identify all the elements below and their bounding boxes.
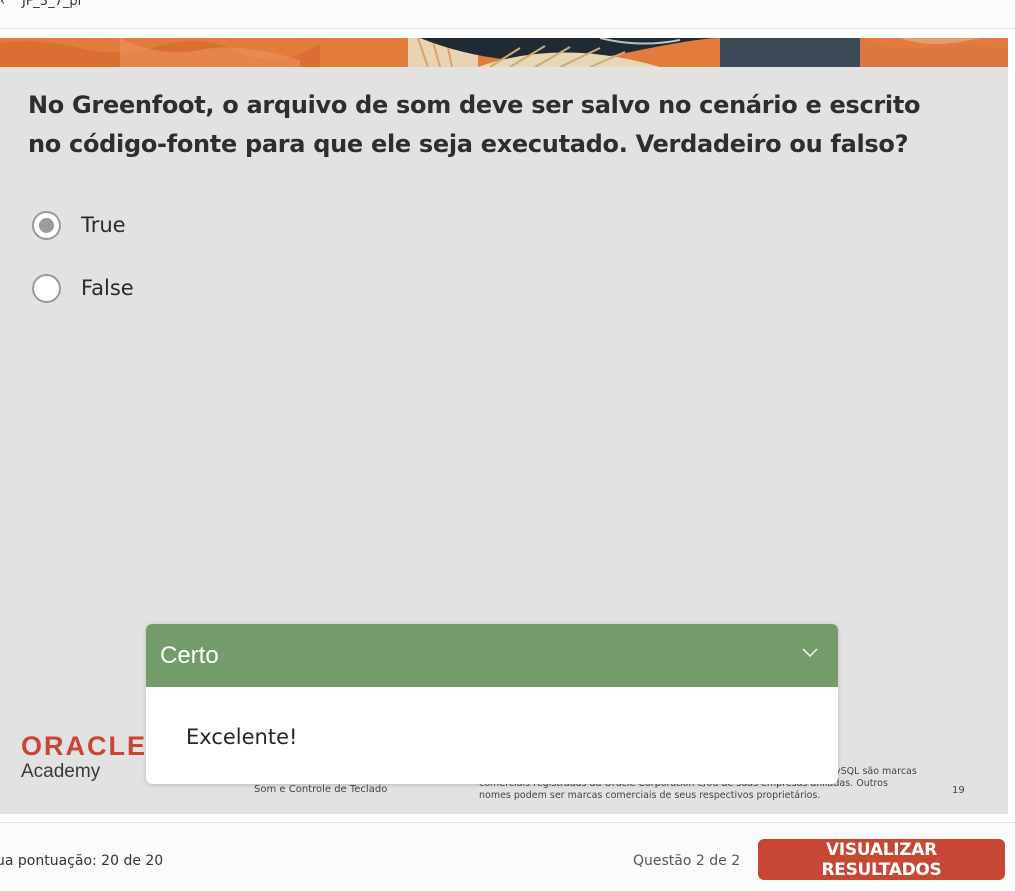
option-true-label: True — [81, 213, 126, 237]
banner-pattern-image — [0, 38, 1008, 67]
oracle-academy-logo: ORACLE Academy — [21, 733, 147, 783]
feedback-panel: Certo Excelente! — [146, 624, 838, 784]
option-false[interactable]: False — [32, 271, 134, 305]
feedback-title: Certo — [160, 642, 219, 669]
question-counter: Questão 2 de 2 — [633, 853, 741, 869]
quiz-footer: ua pontuação: 20 de 20 Questão 2 de 2 VI… — [0, 822, 1015, 891]
legal-line-3: nomes podem ser marcas comerciais de seu… — [479, 790, 821, 801]
radio-true[interactable] — [32, 210, 61, 240]
chevron-down-icon[interactable] — [802, 648, 818, 658]
question-text: No Greenfoot, o arquivo de som deve ser … — [28, 91, 921, 158]
score-text: ua pontuação: 20 de 20 — [0, 853, 164, 869]
radio-false[interactable] — [32, 273, 61, 303]
view-results-button[interactable]: VISUALIZAR RESULTADOS — [758, 839, 1005, 880]
title-bar: ‹ JF_3_7_pr — [0, 0, 1015, 29]
back-arrow-icon[interactable]: ‹ — [0, 0, 5, 9]
logo-subtext: Academy — [21, 761, 101, 782]
feedback-message: Excelente! — [186, 725, 298, 749]
slide-page-number: 19 — [952, 785, 965, 796]
logo-text: ORACLE — [21, 731, 147, 761]
option-false-label: False — [81, 276, 134, 300]
window-title: JF_3_7_pr — [22, 0, 83, 9]
option-true[interactable]: True — [32, 208, 126, 242]
feedback-header[interactable]: Certo — [146, 624, 838, 687]
slide-subject: Som e Controle de Teclado — [254, 784, 388, 795]
decorative-banner — [0, 38, 1008, 67]
